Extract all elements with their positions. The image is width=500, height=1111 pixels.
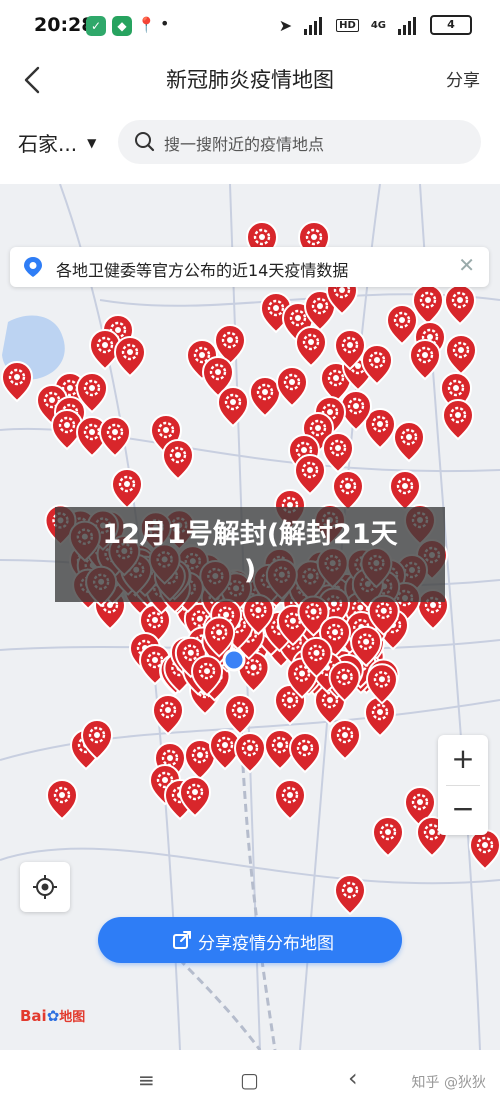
location-pin-icon [24,257,42,277]
network-type: 4G [370,19,386,31]
page-title: 新冠肺炎疫情地图 [166,68,334,92]
overlay-line-2: ) [243,555,257,586]
shield-app-icon: ◆ [112,16,132,36]
dot-icon: • [160,14,170,33]
watermark: 知乎 @狄狄 [411,1075,486,1091]
outbreak-marker[interactable] [273,778,307,821]
zoom-out-button[interactable]: − [438,785,488,835]
outbreak-marker[interactable] [444,333,478,376]
search-icon [135,132,155,152]
status-right: ➤ HD 4G 4 [279,15,472,35]
outbreak-marker[interactable] [443,283,477,326]
search-input[interactable]: 搜一搜附近的疫情地点 [118,120,481,164]
baidu-map-logo: Bai✿地图 [20,1006,85,1025]
outbreak-marker[interactable] [275,365,309,408]
crosshair-icon [33,875,57,899]
app-notification-icon: ✓ [86,16,106,36]
outbreak-marker[interactable] [288,731,322,774]
status-bar: 20:28 ✓ ◆ 📍 • ➤ HD 4G 4 [0,0,500,54]
outbreak-marker[interactable] [468,828,500,871]
share-map-button[interactable]: 分享疫情分布地图 [98,917,402,963]
outbreak-marker[interactable] [293,453,327,496]
outbreak-marker[interactable] [371,815,405,858]
nav-bar: 新冠肺炎疫情地图 分享 [0,54,500,104]
outbreak-marker[interactable] [365,663,399,705]
outbreak-marker[interactable] [45,778,79,821]
system-nav-bar: ≡ ▢ ‹ 知乎 @狄狄 [0,1050,500,1111]
outbreak-marker[interactable] [331,469,365,512]
location-arrow-icon: ➤ [278,15,293,35]
overlay-line-1: 12月1号解封(解封21天 [102,519,398,550]
locate-button[interactable] [20,862,70,912]
zoom-in-button[interactable]: + [438,735,488,785]
share-map-label: 分享疫情分布地图 [198,934,334,954]
notice-banner: 各地卫健委等官方公布的近14天疫情数据 ✕ [10,247,489,287]
outbreak-marker[interactable] [233,731,267,774]
hd-icon: HD [336,18,359,32]
overlay-text: 12月1号解封(解封21天 ) [55,517,445,589]
notice-text: 各地卫健委等官方公布的近14天疫情数据 [56,261,349,280]
back-nav-icon[interactable]: ‹ [348,1064,358,1092]
outbreak-marker[interactable] [248,375,282,418]
share-icon [173,931,191,949]
battery-icon: 4 [430,15,472,35]
outbreak-marker[interactable] [0,360,34,403]
outbreak-marker[interactable] [392,420,426,463]
current-location-dot [222,648,246,672]
caret-down-icon: ▼ [87,135,97,150]
overlay-caption: 12月1号解封(解封21天 ) [55,507,445,602]
share-button[interactable]: 分享 [446,66,480,91]
outbreak-marker[interactable] [294,325,328,368]
outbreak-marker[interactable] [333,873,367,916]
outbreak-marker[interactable] [328,718,362,761]
outbreak-marker[interactable] [161,438,195,481]
outbreak-marker[interactable] [113,335,147,378]
city-label: 石家... [18,132,78,156]
outbreak-marker[interactable] [388,469,422,512]
home-icon[interactable]: ▢ [240,1068,259,1092]
search-placeholder: 搜一搜附近的疫情地点 [164,135,325,154]
city-selector[interactable]: 石家... ▼ [18,128,96,157]
location-pin-icon: 📍 [137,16,156,34]
paw-icon: ✿ [46,1007,60,1025]
outbreak-marker[interactable] [151,693,185,736]
close-icon[interactable]: ✕ [458,253,475,277]
zoom-control: + − [438,735,488,835]
outbreak-marker[interactable] [110,467,144,510]
logo-text: Bai [20,1007,47,1025]
search-row: 石家... ▼ 搜一搜附近的疫情地点 [0,104,500,185]
outbreak-marker[interactable] [385,303,419,346]
signal-icon [304,16,324,35]
outbreak-marker[interactable] [408,338,442,381]
outbreak-marker[interactable] [363,695,397,738]
outbreak-marker[interactable] [216,385,250,428]
outbreak-marker[interactable] [441,398,475,441]
logo-suffix: 地图 [59,1010,86,1025]
menu-icon[interactable]: ≡ [138,1068,155,1092]
signal-icon-2 [398,16,418,35]
